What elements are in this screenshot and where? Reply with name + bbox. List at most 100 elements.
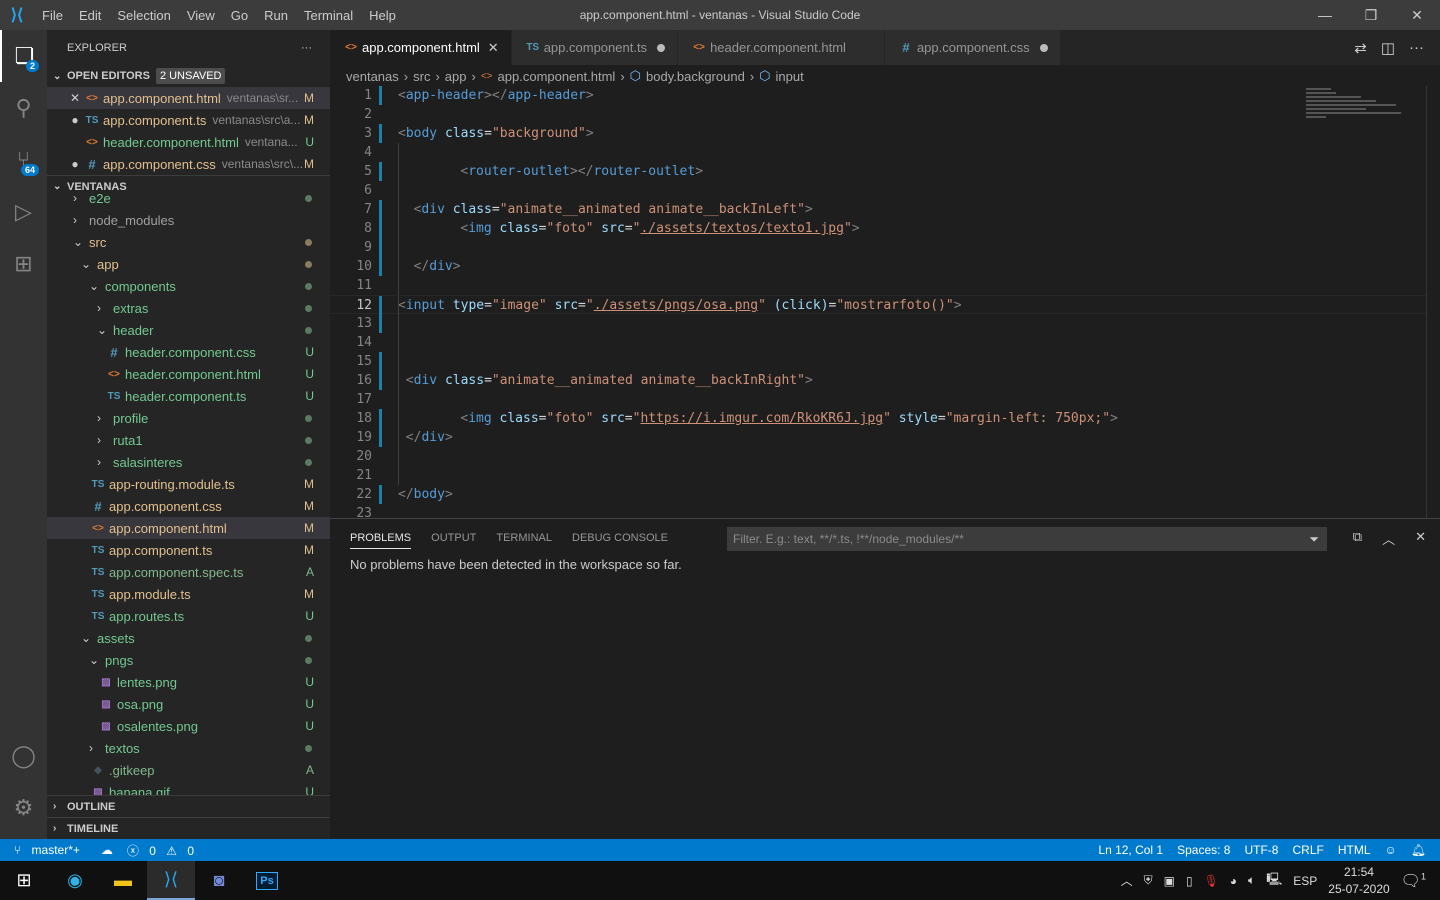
code-line[interactable]: 5 <router-outlet></router-outlet>	[330, 162, 1426, 181]
menu-file[interactable]: File	[34, 8, 71, 23]
tree-folder[interactable]: ⌄ pngs	[47, 649, 330, 671]
panel-tab-terminal[interactable]: TERMINAL	[496, 532, 552, 544]
network-icon[interactable]: 🖳	[1266, 870, 1282, 891]
code-line[interactable]: 18 <img class="foto" src="https://i.imgur…	[330, 409, 1426, 428]
minimap[interactable]	[1306, 86, 1426, 136]
feedback-icon[interactable]: ☺	[1378, 843, 1404, 857]
code-line[interactable]: 22 </body>	[330, 485, 1426, 504]
steam-icon[interactable]: ◕	[1230, 874, 1237, 888]
breadcrumb-item[interactable]: input	[776, 69, 804, 84]
tree-file[interactable]: <> app.component.html M	[47, 517, 330, 539]
file-explorer-icon[interactable]: ▬	[99, 861, 147, 900]
close-icon[interactable]: ✕	[67, 91, 83, 105]
tree-file[interactable]: # app.component.css M	[47, 495, 330, 517]
close-tab-icon[interactable]: ✕	[488, 40, 499, 56]
extensions-icon[interactable]: ⊞	[0, 238, 47, 290]
line-ending[interactable]: CRLF	[1285, 843, 1330, 857]
language-mode[interactable]: HTML	[1331, 843, 1378, 857]
clock[interactable]: 21:54 25-07-2020	[1328, 864, 1389, 898]
unsaved-dot-icon[interactable]	[1039, 43, 1048, 52]
tree-file[interactable]: TS header.component.ts U	[47, 385, 330, 407]
run-debug-icon[interactable]: ▷	[0, 186, 47, 238]
unsaved-dot-icon[interactable]: ●	[67, 157, 83, 171]
code-line[interactable]: 16 <div class="animate__animated animate_…	[330, 371, 1426, 390]
tree-file[interactable]: TS app.module.ts M	[47, 583, 330, 605]
tree-file[interactable]: <> header.component.html U	[47, 363, 330, 385]
discord-icon[interactable]: ◙	[195, 861, 243, 900]
tree-folder[interactable]: ⌄ app	[47, 253, 330, 275]
volume-icon[interactable]: 🔈︎	[1248, 873, 1255, 888]
code-line[interactable]: 14	[330, 333, 1426, 352]
open-changes-icon[interactable]: ⇄	[1354, 39, 1367, 57]
tree-file[interactable]: TS app-routing.module.ts M	[47, 473, 330, 495]
tab-app-component-html[interactable]: <> app.component.html ✕	[330, 30, 512, 65]
code-line[interactable]: 20	[330, 447, 1426, 466]
problems-filter-input[interactable]: Filter. E.g.: text, **/*.ts, !**/node_mo…	[727, 527, 1327, 551]
windows-start-icon[interactable]: ⊞	[0, 861, 48, 900]
notifications-bell-icon[interactable]: 🔔︎	[1404, 843, 1440, 857]
breadcrumb-item[interactable]: src	[413, 69, 430, 84]
restore-button[interactable]: ❐	[1348, 0, 1394, 30]
code-line[interactable]: 11	[330, 276, 1426, 295]
menu-view[interactable]: View	[179, 8, 223, 23]
open-editor-item[interactable]: ✕ <> app.component.html ventanas\sr... M	[47, 87, 330, 109]
code-line[interactable]: 10 </div>	[330, 257, 1426, 276]
code-line[interactable]: 6	[330, 181, 1426, 200]
code-line[interactable]: 21	[330, 466, 1426, 485]
tree-folder[interactable]: ⌄ src	[47, 231, 330, 253]
code-line[interactable]: 4	[330, 143, 1426, 162]
tree-folder[interactable]: ⌄ components	[47, 275, 330, 297]
display-icon[interactable]: ▣	[1164, 874, 1175, 888]
open-editor-item[interactable]: <> header.component.html ventana... U	[47, 131, 330, 153]
explorer-icon[interactable]: ❏ 2	[0, 30, 47, 82]
tree-folder[interactable]: › textos	[47, 737, 330, 759]
more-actions-icon[interactable]: ···	[301, 42, 312, 54]
account-icon[interactable]: ◯	[0, 730, 47, 782]
menu-help[interactable]: Help	[361, 8, 404, 23]
tree-folder[interactable]: › node_modules	[47, 209, 330, 231]
split-editor-icon[interactable]: ◫	[1381, 39, 1395, 57]
tab-app-component-ts[interactable]: TS app.component.ts	[511, 30, 679, 65]
tree-file[interactable]: ◆ .gitkeep A	[47, 759, 330, 781]
tree-folder[interactable]: › salasinteres	[47, 451, 330, 473]
action-center-icon[interactable]: 🗨︎1	[1401, 871, 1426, 891]
code-line[interactable]: 2	[330, 105, 1426, 124]
sync-icon[interactable]: ☁	[94, 843, 120, 857]
code-line[interactable]: 23	[330, 504, 1426, 518]
tree-file[interactable]: TS app.component.spec.ts A	[47, 561, 330, 583]
defender-icon[interactable]: ⛨	[1144, 873, 1153, 888]
open-editor-item[interactable]: ● # app.component.css ventanas\src\... M	[47, 153, 330, 175]
usb-icon[interactable]: ▯	[1186, 874, 1193, 888]
code-line[interactable]: 7 <div class="animate__animated animate__…	[330, 200, 1426, 219]
open-editor-item[interactable]: ● TS app.component.ts ventanas\src\a... M	[47, 109, 330, 131]
code-editor[interactable]: 1 <app-header></app-header> 2 3 <body class=…	[330, 86, 1426, 518]
code-line[interactable]: 13	[330, 314, 1426, 333]
code-line[interactable]: 17	[330, 390, 1426, 409]
breadcrumb-item[interactable]: ventanas	[346, 69, 399, 84]
timeline-section[interactable]: › TIMELINE	[47, 818, 330, 839]
filter-icon[interactable]: ⏷	[1309, 532, 1319, 547]
tree-file[interactable]: ▨ osa.png U	[47, 693, 330, 715]
tree-folder[interactable]: › ruta1	[47, 429, 330, 451]
collapse-all-icon[interactable]: ⧉	[1353, 529, 1362, 548]
edge-icon[interactable]: ◉	[51, 861, 99, 900]
breadcrumb-item[interactable]: app	[445, 69, 467, 84]
tree-folder[interactable]: ⌄ header	[47, 319, 330, 341]
tree-file[interactable]: ▨ lentes.png U	[47, 671, 330, 693]
menu-selection[interactable]: Selection	[109, 8, 178, 23]
tree-file[interactable]: TS app.component.ts M	[47, 539, 330, 561]
outline-section[interactable]: › OUTLINE	[47, 796, 330, 818]
vscode-taskbar-icon[interactable]: ⟩⟨	[147, 861, 195, 900]
settings-gear-icon[interactable]: ⚙	[0, 782, 47, 834]
code-line[interactable]: 3 <body class="background">	[330, 124, 1426, 143]
mic-muted-icon[interactable]: 🎙︎	[1204, 874, 1219, 888]
close-panel-icon[interactable]: ✕	[1415, 529, 1426, 548]
panel-tab-debug-console[interactable]: DEBUG CONSOLE	[572, 532, 668, 544]
maximize-panel-icon[interactable]: ︿	[1382, 529, 1395, 548]
tree-folder[interactable]: › extras	[47, 297, 330, 319]
tree-file[interactable]: TS app.routes.ts U	[47, 605, 330, 627]
photoshop-icon[interactable]: Ps	[243, 861, 291, 900]
panel-tab-output[interactable]: OUTPUT	[431, 532, 476, 544]
editor-scrollbar[interactable]	[1426, 86, 1440, 518]
tree-file[interactable]: # header.component.css U	[47, 341, 330, 363]
